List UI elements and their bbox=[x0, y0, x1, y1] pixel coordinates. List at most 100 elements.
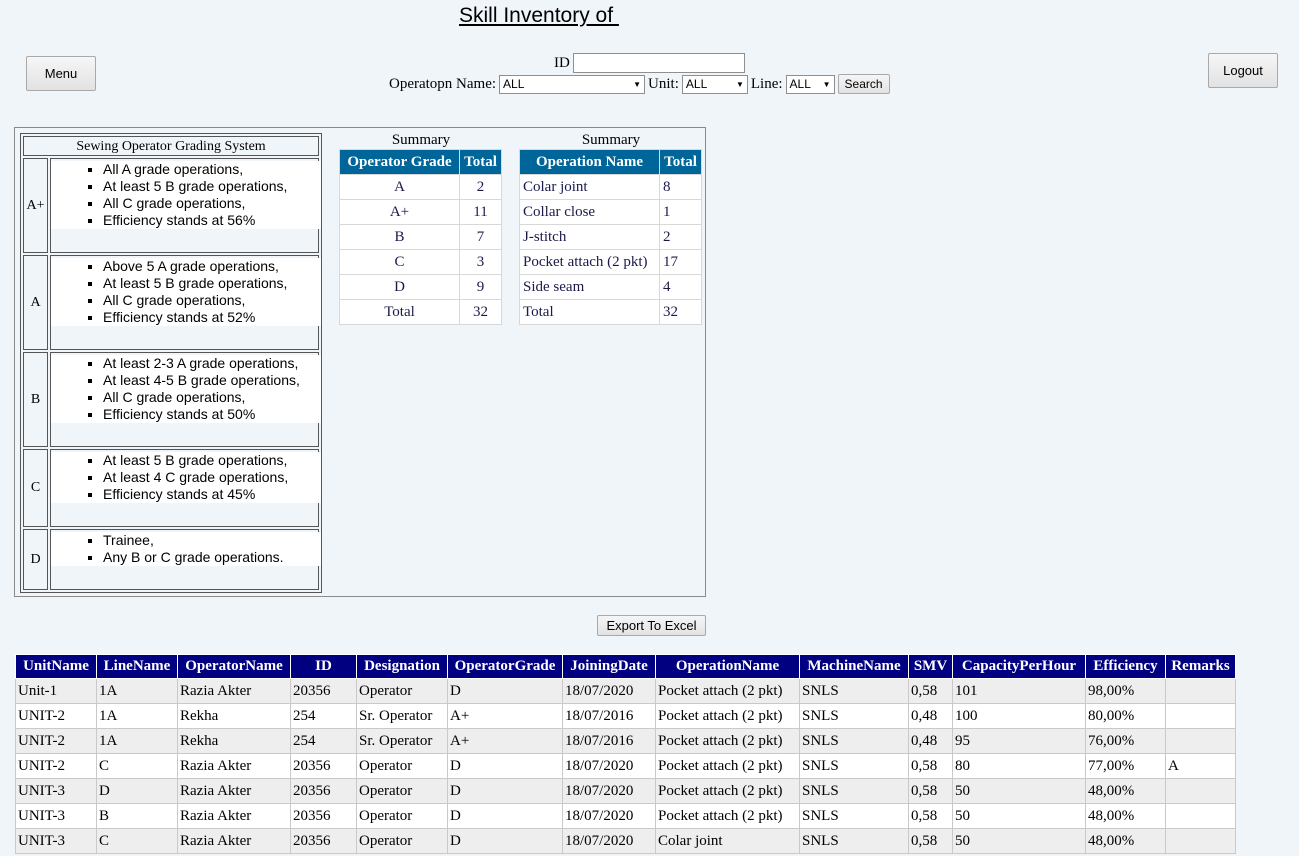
table-cell: Colar joint bbox=[655, 828, 800, 854]
unit-select[interactable]: ALL ▼ bbox=[681, 74, 748, 94]
table-header-row: UnitName LineName OperatorName ID Designatio… bbox=[15, 654, 1236, 679]
dropdown-arrow-icon: ▼ bbox=[633, 79, 642, 89]
id-input[interactable] bbox=[572, 53, 745, 73]
export-to-excel-button[interactable]: Export To Excel bbox=[597, 615, 706, 636]
table-cell: 17 bbox=[659, 249, 702, 275]
table-cell: A bbox=[1165, 753, 1236, 779]
operation-name-select[interactable]: ALL ▼ bbox=[499, 74, 646, 94]
table-cell: 0,48 bbox=[908, 728, 953, 754]
column-header[interactable]: Remarks bbox=[1165, 654, 1236, 679]
table-cell: 18/07/2020 bbox=[562, 778, 656, 804]
table-cell: Operator bbox=[356, 753, 448, 779]
table-cell: UNIT-2 bbox=[15, 703, 97, 729]
table-cell: 32 bbox=[459, 299, 502, 325]
table-cell: 7 bbox=[459, 224, 502, 250]
dropdown-arrow-icon: ▼ bbox=[735, 79, 744, 89]
table-cell: 50 bbox=[952, 803, 1086, 829]
table-cell: 18/07/2020 bbox=[562, 753, 656, 779]
grade-key: B bbox=[23, 352, 48, 447]
table-cell: Collar close bbox=[519, 199, 660, 225]
table-cell: Sr. Operator bbox=[356, 703, 448, 729]
table-cell: 95 bbox=[952, 728, 1086, 754]
table-cell: D bbox=[96, 778, 178, 804]
summary-row: Collar close 1 bbox=[519, 199, 702, 225]
column-header[interactable]: SMV bbox=[908, 654, 953, 679]
id-label: ID bbox=[554, 54, 570, 71]
table-cell: 0,58 bbox=[908, 803, 953, 829]
table-cell: 18/07/2020 bbox=[562, 828, 656, 854]
filter-bar: Operatopn Name: ALL ▼ Unit: ALL ▼ Line: … bbox=[389, 74, 890, 94]
grade-criterion: All C grade operations, bbox=[103, 389, 321, 406]
grade-criterion: Efficiency stands at 56% bbox=[103, 212, 321, 229]
table-row: UNIT-2 C Razia Akter 20356 Operator D 18/07/20… bbox=[15, 753, 1236, 779]
search-button[interactable]: Search bbox=[837, 74, 890, 94]
table-row: Unit-1 1A Razia Akter 20356 Operator D 18/07/2… bbox=[15, 678, 1236, 704]
column-header: Total bbox=[459, 149, 502, 175]
table-cell: A+ bbox=[447, 728, 563, 754]
table-cell: SNLS bbox=[799, 803, 909, 829]
table-cell: 20356 bbox=[290, 803, 357, 829]
table-cell: SNLS bbox=[799, 778, 909, 804]
grading-system: Sewing Operator Grading System A+ All A … bbox=[20, 133, 322, 593]
column-header[interactable]: MachineName bbox=[799, 654, 909, 679]
unit-value: ALL bbox=[685, 77, 708, 91]
logout-button[interactable]: Logout bbox=[1208, 53, 1278, 88]
table-cell: Operator bbox=[356, 678, 448, 704]
column-header[interactable]: ID bbox=[290, 654, 357, 679]
summary-total-row: Total 32 bbox=[339, 299, 502, 325]
table-cell: Colar joint bbox=[519, 174, 660, 200]
table-cell: 1 bbox=[659, 199, 702, 225]
grade-row-a: A Above 5 A grade operations, At least 5… bbox=[23, 255, 321, 350]
table-cell: 80 bbox=[952, 753, 1086, 779]
table-cell: Pocket attach (2 pkt) bbox=[655, 778, 800, 804]
table-cell: 1A bbox=[96, 703, 178, 729]
grade-criterion: At least 4 C grade operations, bbox=[103, 469, 321, 486]
table-row: UNIT-3 C Razia Akter 20356 Operator D 18/07/20… bbox=[15, 828, 1236, 854]
table-row: UNIT-2 1A Rekha 254 Sr. Operator A+ 18/07/2016… bbox=[15, 728, 1236, 754]
column-header[interactable]: UnitName bbox=[15, 654, 97, 679]
table-cell: Pocket attach (2 pkt) bbox=[655, 753, 800, 779]
table-cell bbox=[1165, 703, 1236, 729]
table-cell: 18/07/2016 bbox=[562, 728, 656, 754]
table-cell: UNIT-2 bbox=[15, 728, 97, 754]
table-cell: D bbox=[447, 828, 563, 854]
summary-row: Pocket attach (2 pkt) 17 bbox=[519, 249, 702, 275]
table-cell: 0,58 bbox=[908, 753, 953, 779]
table-cell: 11 bbox=[459, 199, 502, 225]
table-cell: 2 bbox=[659, 224, 702, 250]
table-cell: 50 bbox=[952, 778, 1086, 804]
column-header[interactable]: JoiningDate bbox=[562, 654, 656, 679]
table-row: UNIT-3 B Razia Akter 20356 Operator D 18/07/20… bbox=[15, 803, 1236, 829]
table-cell: UNIT-3 bbox=[15, 828, 97, 854]
table-cell: SNLS bbox=[799, 828, 909, 854]
column-header: Operation Name bbox=[519, 149, 660, 175]
unit-label: Unit: bbox=[648, 75, 679, 92]
table-cell: J-stitch bbox=[519, 224, 660, 250]
page-title: Skill Inventory of bbox=[459, 4, 619, 27]
line-select[interactable]: ALL ▼ bbox=[785, 74, 835, 94]
column-header[interactable]: OperationName bbox=[655, 654, 800, 679]
column-header[interactable]: CapacityPerHour bbox=[952, 654, 1086, 679]
column-header[interactable]: Efficiency bbox=[1085, 654, 1166, 679]
table-cell: 18/07/2020 bbox=[562, 678, 656, 704]
summary-row: B7 bbox=[339, 224, 502, 250]
column-header[interactable]: Designation bbox=[356, 654, 448, 679]
grade-criterion: All C grade operations, bbox=[103, 195, 321, 212]
grade-summary-caption: Summary bbox=[391, 132, 451, 148]
column-header[interactable]: OperatorName bbox=[177, 654, 291, 679]
menu-button[interactable]: Menu bbox=[26, 56, 96, 91]
summary-row: Side seam 4 bbox=[519, 274, 702, 300]
grade-row-d: D Trainee, Any B or C grade operations. bbox=[23, 529, 321, 590]
table-cell: 20356 bbox=[290, 678, 357, 704]
table-cell: 76,00% bbox=[1085, 728, 1166, 754]
column-header[interactable]: OperatorGrade bbox=[447, 654, 563, 679]
column-header[interactable]: LineName bbox=[96, 654, 178, 679]
table-cell: Rekha bbox=[177, 728, 291, 754]
grade-criterion: Efficiency stands at 50% bbox=[103, 406, 321, 423]
grade-criterion: Trainee, bbox=[103, 532, 321, 549]
skill-inventory-table: UnitName LineName OperatorName ID Designatio… bbox=[15, 654, 1236, 854]
table-cell: D bbox=[447, 778, 563, 804]
summary-total-row: Total 32 bbox=[519, 299, 702, 325]
column-header: Operator Grade bbox=[339, 149, 460, 175]
table-cell: D bbox=[447, 753, 563, 779]
